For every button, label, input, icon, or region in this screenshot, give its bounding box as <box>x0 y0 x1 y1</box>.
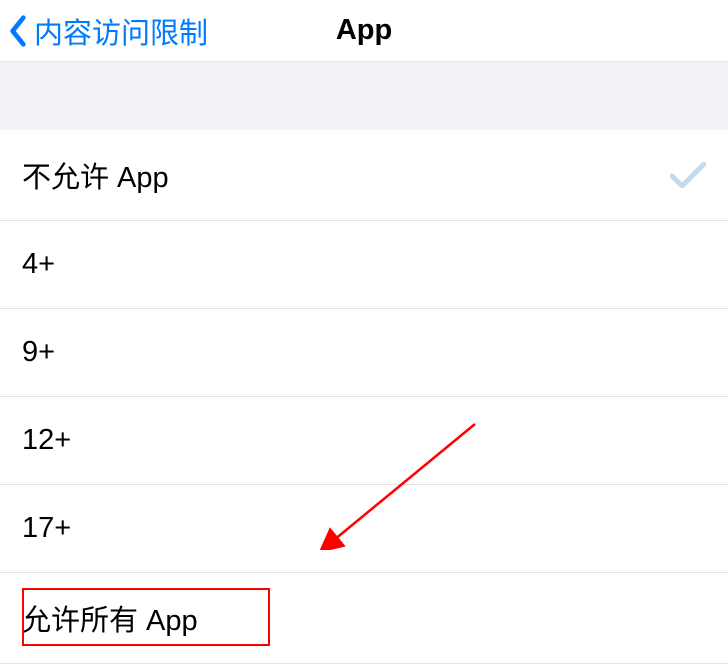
back-button[interactable]: 内容访问限制 <box>0 10 208 52</box>
chevron-left-icon <box>8 15 28 47</box>
checkmark-icon <box>670 162 706 188</box>
section-spacer <box>0 62 728 130</box>
option-allow-all-apps[interactable]: 允许所有 App <box>0 573 728 664</box>
option-label: 允许所有 App <box>22 597 198 639</box>
option-disallow-apps[interactable]: 不允许 App <box>0 130 728 221</box>
page-title: App <box>336 14 392 47</box>
option-label: 4+ <box>22 248 55 281</box>
options-list: 不允许 App 4+ 9+ 12+ 17+ 允许所有 App <box>0 130 728 664</box>
option-4plus[interactable]: 4+ <box>0 221 728 309</box>
option-12plus[interactable]: 12+ <box>0 397 728 485</box>
option-label: 17+ <box>22 512 71 545</box>
option-label: 9+ <box>22 336 55 369</box>
back-label: 内容访问限制 <box>34 10 208 52</box>
option-17plus[interactable]: 17+ <box>0 485 728 573</box>
option-9plus[interactable]: 9+ <box>0 309 728 397</box>
option-label: 不允许 App <box>22 154 169 196</box>
option-label: 12+ <box>22 424 71 457</box>
nav-header: 内容访问限制 App <box>0 0 728 62</box>
